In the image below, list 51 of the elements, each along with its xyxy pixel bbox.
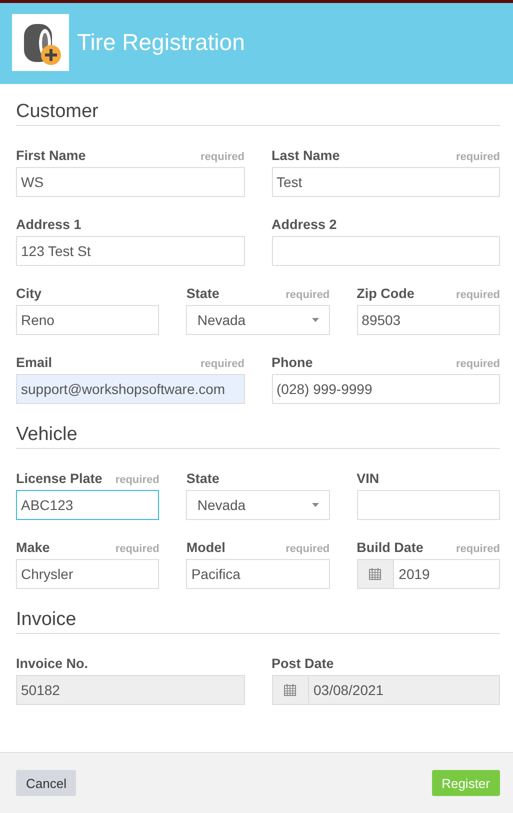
input-field[interactable]: 89503	[356, 305, 500, 335]
state-dropdown[interactable]: Nevada	[186, 490, 330, 520]
field-label: Build Date	[356, 540, 424, 555]
input-field[interactable]	[356, 490, 500, 520]
field-label: Email	[16, 355, 52, 370]
input-field[interactable]: 123 Test St	[16, 236, 244, 266]
input-field[interactable]: WS	[16, 167, 244, 197]
caret-icon	[312, 503, 319, 507]
required-note: required	[456, 358, 500, 370]
field-label: VIN	[356, 471, 380, 486]
caret-icon	[312, 318, 319, 322]
input-field[interactable]	[272, 236, 500, 266]
field-label: License Plate	[16, 471, 102, 486]
required-note: required	[456, 151, 500, 163]
input-field[interactable]: Chrysler	[16, 559, 160, 589]
field-label: Last Name	[272, 148, 340, 163]
field-label: Model	[186, 540, 226, 555]
page-title: Tire Registration	[77, 28, 245, 56]
required-note: required	[115, 543, 160, 555]
required-note: required	[456, 543, 500, 555]
field-label: Post Date	[272, 656, 334, 671]
field-label: First Name	[16, 148, 86, 163]
required-note: required	[200, 358, 244, 370]
field-label: State	[186, 286, 220, 301]
cancel-button[interactable]: Cancel	[16, 770, 76, 796]
field-label: Make	[16, 540, 50, 555]
required-note: required	[456, 289, 500, 301]
section-title: Vehicle	[16, 424, 500, 449]
section-title: Invoice	[16, 609, 500, 634]
input-field[interactable]: Pacifica	[186, 559, 330, 589]
field-label: State	[186, 471, 220, 486]
state-dropdown[interactable]: Nevada	[186, 305, 330, 335]
input-field[interactable]: support@workshopsoftware.com	[16, 374, 244, 404]
field-label: Zip Code	[356, 286, 414, 301]
field-label: City	[16, 286, 42, 301]
section-title: Customer	[16, 101, 500, 126]
required-note: required	[115, 474, 160, 486]
input-field[interactable]: Test	[272, 167, 500, 197]
required-note: required	[286, 289, 330, 301]
field-label: Address 2	[272, 217, 337, 232]
field-label: Address 1	[16, 217, 82, 232]
calendar-icon	[284, 684, 296, 696]
calendar-icon	[369, 568, 382, 580]
input-field[interactable]: Reno	[16, 305, 160, 335]
input-field[interactable]: (028) 999-9999	[272, 374, 500, 404]
field-label: Phone	[272, 355, 313, 370]
required-note: required	[200, 151, 244, 163]
input-field[interactable]: ABC123	[16, 490, 160, 520]
field-label: Invoice No.	[16, 656, 88, 671]
required-note: required	[286, 543, 330, 555]
date-field[interactable]: 2019	[356, 559, 500, 589]
